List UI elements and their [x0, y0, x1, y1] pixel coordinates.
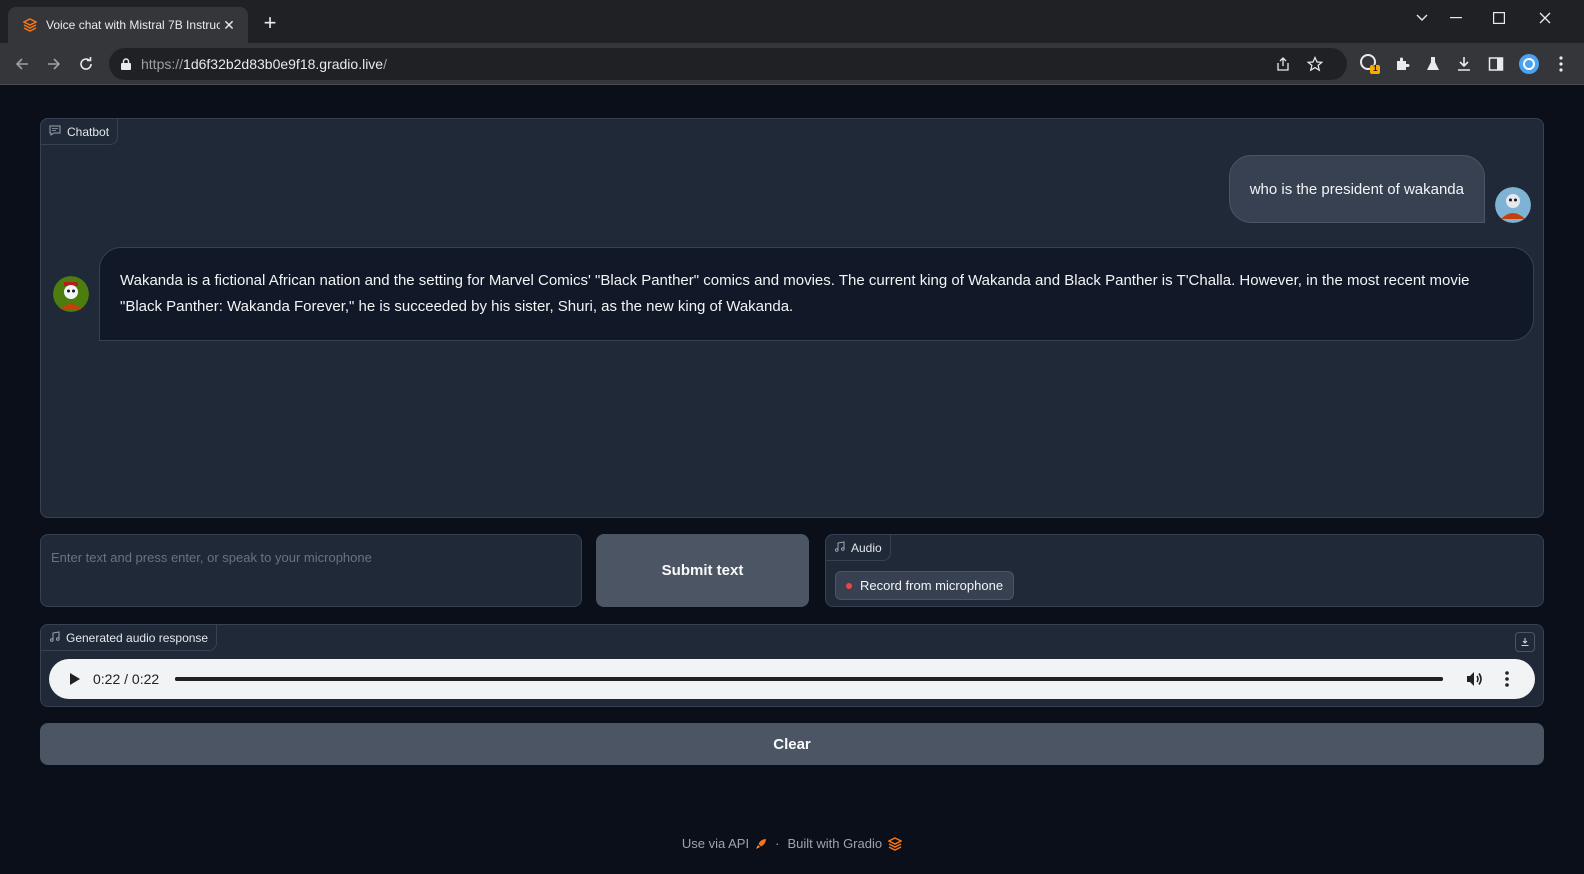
address-bar[interactable]: https://1d6f32b2d83b0e9f18.gradio.live/ [109, 48, 1347, 80]
user-avatar [1495, 187, 1531, 223]
extension-badge-icon[interactable]: 1 [1358, 52, 1382, 76]
download-icon[interactable] [1452, 52, 1476, 76]
play-icon[interactable] [65, 669, 85, 689]
side-panel-icon[interactable] [1484, 52, 1508, 76]
bot-message-row: Wakanda is a fictional African nation an… [53, 247, 1534, 341]
gradio-logo-icon [888, 836, 903, 851]
submit-text-button[interactable]: Submit text [596, 534, 809, 607]
minimize-icon[interactable] [1441, 8, 1471, 28]
lock-icon [121, 58, 131, 70]
bookmark-star-icon[interactable] [1305, 54, 1325, 74]
audio-input-panel: Audio Record from microphone [825, 534, 1544, 607]
volume-icon[interactable] [1463, 667, 1487, 691]
record-dot-icon [846, 582, 852, 589]
rocket-icon [755, 838, 767, 850]
url-text: https://1d6f32b2d83b0e9f18.gradio.live/ [141, 56, 387, 72]
footer: Use via API · Built with Gradio [0, 836, 1584, 851]
back-icon[interactable] [10, 52, 34, 76]
use-via-api-link[interactable]: Use via API [682, 836, 767, 851]
bot-message: Wakanda is a fictional African nation an… [99, 247, 1534, 341]
chatbot-label: Chatbot [40, 118, 119, 145]
bot-avatar [53, 276, 89, 312]
more-options-icon[interactable] [1495, 667, 1519, 691]
chat-icon [49, 125, 61, 139]
close-window-icon[interactable] [1530, 8, 1560, 28]
audio-time: 0:22 / 0:22 [93, 671, 160, 687]
message-input[interactable] [51, 550, 571, 565]
text-input-panel [40, 534, 582, 607]
reload-icon[interactable] [74, 52, 98, 76]
labs-flask-icon[interactable] [1421, 52, 1445, 76]
audio-output-panel: Generated audio response 0:22 / 0:22 [40, 624, 1544, 707]
audio-label: Audio [825, 534, 891, 561]
tab-search-icon[interactable] [1407, 8, 1437, 28]
tab-close-icon[interactable]: ✕ [220, 17, 238, 34]
user-message: who is the president of wakanda [1228, 155, 1485, 223]
browser-menu-icon[interactable] [1549, 52, 1573, 76]
music-note-icon [49, 630, 60, 645]
music-note-icon [834, 540, 845, 555]
audio-progress-fill [175, 677, 1443, 681]
gradio-favicon-icon [22, 17, 38, 33]
clear-button[interactable]: Clear [40, 723, 1544, 765]
maximize-icon[interactable] [1484, 8, 1514, 28]
built-with-gradio-link[interactable]: Built with Gradio [787, 836, 903, 851]
puzzle-extensions-icon[interactable] [1390, 52, 1414, 76]
generated-audio-label: Generated audio response [40, 624, 218, 651]
browser-toolbar: https://1d6f32b2d83b0e9f18.gradio.live/ … [0, 43, 1584, 85]
profile-avatar-icon[interactable] [1517, 52, 1541, 76]
browser-tab-bar: Voice chat with Mistral 7B Instruct ✕ + [0, 0, 1584, 43]
tab-title: Voice chat with Mistral 7B Instruct [46, 18, 220, 32]
download-audio-icon[interactable] [1515, 632, 1535, 652]
audio-progress-track[interactable] [175, 677, 1443, 681]
share-icon[interactable] [1273, 54, 1293, 74]
browser-tab[interactable]: Voice chat with Mistral 7B Instruct ✕ [8, 7, 248, 43]
extension-badge-count: 1 [1373, 64, 1378, 73]
record-microphone-button[interactable]: Record from microphone [835, 571, 1015, 600]
forward-icon[interactable] [42, 52, 66, 76]
user-message-row: who is the president of wakanda [1228, 155, 1531, 223]
audio-player: 0:22 / 0:22 [49, 659, 1535, 699]
footer-separator: · [775, 836, 780, 851]
new-tab-button[interactable]: + [258, 12, 282, 36]
chatbot-panel: Chatbot who is the president of wakanda … [40, 118, 1544, 518]
